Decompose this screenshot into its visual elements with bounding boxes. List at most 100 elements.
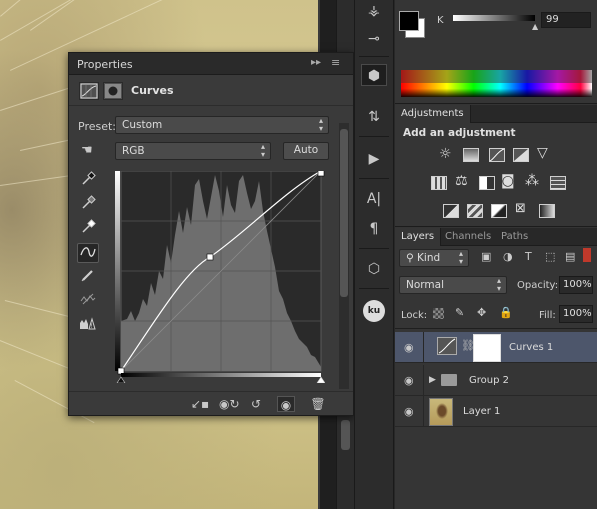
hand-adjust-icon[interactable]: ☚ [81,143,93,158]
properties-scrollbar-thumb[interactable] [340,129,348,297]
paragraph-icon[interactable]: ¶ [361,218,387,240]
color-spectrum-top[interactable] [401,70,592,83]
eyedropper-black-icon[interactable] [77,171,99,191]
auto-button[interactable]: Auto [283,142,329,160]
brushes-icon[interactable]: ⚶ [361,0,387,22]
lock-image-icon[interactable]: ✎ [455,306,464,319]
filter-pixel-icon[interactable]: ▣ [481,250,491,263]
fill-field[interactable]: 100% [559,305,593,323]
expand-arrow-icon[interactable]: ▶ [429,375,436,385]
hair-strand [30,0,129,31]
channel-select[interactable]: RGB ▴ ▾ [115,142,271,160]
k-slider[interactable] [453,15,535,21]
brightness-icon[interactable]: ☼ [439,146,452,162]
lock-position-icon[interactable]: ✥ [477,306,486,319]
visibility-eye-icon[interactable]: ◉ [404,405,414,418]
canvas-scrollbar-thumb[interactable] [341,420,350,450]
preset-select[interactable]: Custom ▴ ▾ [115,116,329,134]
layer-row[interactable]: ◉ ▶ Group 2 [395,365,597,396]
svg-text:!: ! [91,323,93,330]
eyedropper-gray-icon[interactable] [77,195,99,215]
layer-name[interactable]: Layer 1 [463,406,500,417]
layer-mask-thumbnail[interactable] [473,334,501,362]
layers-panel: Layers Channels Paths ⚲ Kind ▴ ▾ ▣ ◑ T ⬚ … [395,228,597,509]
cube-icon[interactable]: ⬡ [361,258,387,280]
layer-name[interactable]: Group 2 [469,375,509,386]
filter-shape-icon[interactable]: ⬚ [545,250,555,263]
filter-toggle-icon[interactable] [583,248,591,262]
k-value-field[interactable]: 99 [541,12,591,28]
tab-layers[interactable]: Layers [395,228,442,246]
curves-icon[interactable] [489,148,505,162]
blend-mode-select[interactable]: Normal ▴ ▾ [399,276,507,294]
clip-to-layer-icon[interactable]: ↙▪ [191,396,209,412]
vibrance-icon[interactable]: ▽ [537,145,548,161]
threshold-icon[interactable] [491,204,507,218]
strip-divider [359,56,389,57]
k-slider-thumb-icon[interactable]: ▲ [532,22,538,31]
filter-adjustment-icon[interactable]: ◑ [503,250,513,263]
opacity-label: Opacity: [517,280,559,291]
white-point-slider[interactable] [316,376,325,383]
clipping-warning-icon[interactable]: ! [77,315,99,335]
curves-adjustment-icon[interactable] [79,82,99,100]
view-previous-icon[interactable]: ◉↻ [219,396,240,412]
levels-icon[interactable] [463,148,479,162]
exposure-icon[interactable] [513,148,529,162]
brush-presets-icon[interactable]: ⊸ [361,28,387,50]
gradient-map-icon[interactable] [539,204,555,218]
channel-mixer-icon[interactable]: ⁂ [525,173,539,189]
play-icon[interactable]: ▶ [361,148,387,170]
filter-smart-object-icon[interactable]: ▤ [565,250,575,263]
adjustments-tabbar: Adjustments [395,105,597,123]
visibility-eye-icon[interactable]: ◉ [404,341,414,354]
curve-point-icon[interactable] [77,243,99,263]
curve-point-mid[interactable] [206,253,214,261]
opacity-field[interactable]: 100% [559,276,593,294]
color-balance-icon[interactable]: ⚖ [455,173,468,189]
properties-titlebar[interactable]: Properties ▸▸ ≡ [69,53,353,75]
layer-name[interactable]: Curves 1 [509,342,553,353]
curves-graph[interactable] [115,171,325,383]
select-arrows-icon: ▴ ▾ [458,249,463,266]
black-white-icon[interactable] [479,176,495,190]
color-lookup-icon[interactable] [550,176,566,190]
trash-icon[interactable]: 🗑 [309,396,327,412]
lock-transparent-icon[interactable] [433,308,444,319]
collapse-icon[interactable]: ▸▸ [311,57,321,68]
filter-type-icon[interactable]: T [525,250,532,263]
eyedropper-white-icon[interactable] [77,219,99,239]
panel-menu-icon[interactable]: ≡ [331,56,340,69]
foreground-color-swatch[interactable] [399,11,419,31]
photo-filter-icon[interactable]: ◙ [501,173,515,189]
preset-value: Custom [122,119,163,131]
black-point-slider[interactable] [116,376,126,383]
layer-filter-select[interactable]: ⚲ Kind ▴ ▾ [399,249,469,267]
hue-saturation-icon[interactable] [431,176,447,190]
select-arrows-icon: ▴ ▾ [260,142,265,159]
tab-adjustments[interactable]: Adjustments [395,105,471,123]
visibility-eye-icon[interactable]: ◉ [404,374,414,387]
layer-mask-icon[interactable] [103,82,123,100]
layer-row[interactable]: ◉ Layer 1 [395,396,597,427]
3d-icon[interactable]: ⬢ [361,64,387,86]
reset-icon[interactable]: ↺ [247,396,265,412]
lock-all-icon[interactable]: 🔒 [499,306,513,319]
plugin-icon[interactable]: ku [363,300,385,322]
properties-scrollbar[interactable] [339,123,349,389]
smooth-icon[interactable] [77,291,99,311]
tab-channels[interactable]: Channels [439,228,497,246]
visibility-icon[interactable]: ◉ [277,396,295,412]
pencil-icon[interactable] [77,267,99,287]
character-icon[interactable]: A| [361,188,387,210]
invert-icon[interactable] [443,204,459,218]
tab-paths[interactable]: Paths [495,228,534,246]
selective-color-icon[interactable]: ⊠ [515,201,526,216]
posterize-icon[interactable] [467,204,483,218]
curve-point-white[interactable] [317,171,325,177]
properties-icon[interactable]: ⇅ [361,106,387,128]
layer-row[interactable]: ◉ ⛓ Curves 1 [395,332,597,363]
folder-icon [441,374,457,386]
color-spectrum[interactable] [401,83,592,97]
input-gradient-bar [121,373,321,377]
